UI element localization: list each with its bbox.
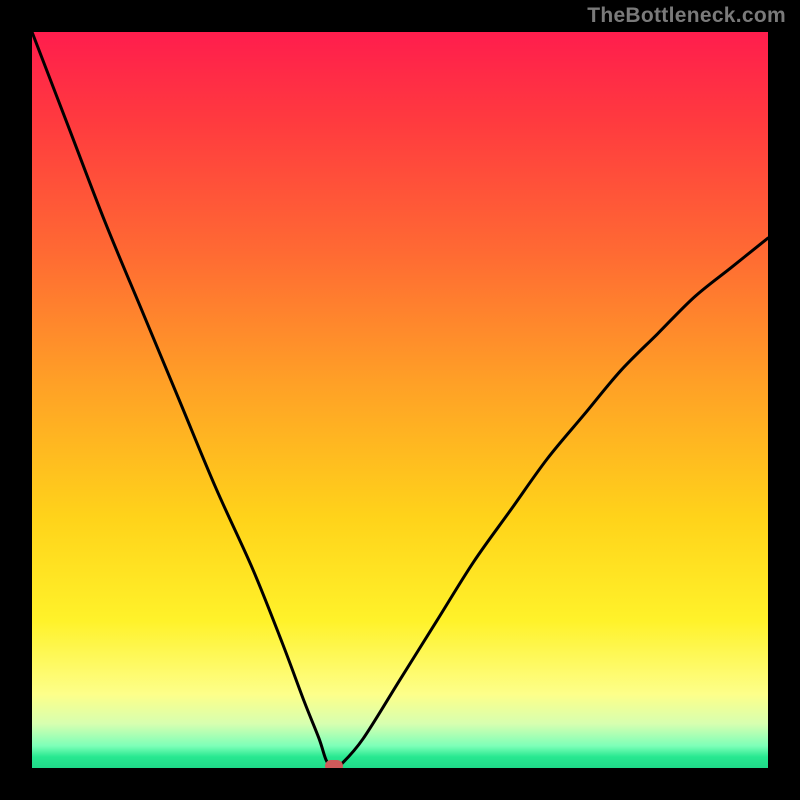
plot-area bbox=[32, 32, 768, 768]
bottleneck-curve bbox=[32, 32, 768, 768]
optimum-marker bbox=[325, 760, 343, 768]
watermark-text: TheBottleneck.com bbox=[587, 4, 786, 28]
chart-frame: TheBottleneck.com bbox=[0, 0, 800, 800]
curve-svg bbox=[32, 32, 768, 768]
